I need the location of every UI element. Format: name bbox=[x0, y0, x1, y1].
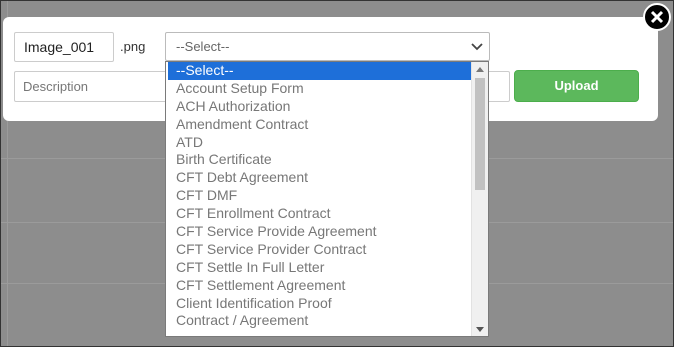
file-extension-label: .png bbox=[120, 39, 146, 54]
dropdown-option[interactable]: Account Setup Form bbox=[166, 80, 472, 98]
dropdown-option[interactable]: CFT DMF bbox=[166, 187, 472, 205]
document-type-dropdown-list[interactable]: --Select-- Account Setup Form ACH Authoriz… bbox=[165, 61, 489, 337]
dropdown-scrollbar[interactable] bbox=[471, 62, 488, 336]
close-x-icon bbox=[650, 10, 664, 24]
dropdown-option[interactable]: CFT Settle In Full Letter bbox=[166, 259, 472, 277]
dropdown-option[interactable]: ACH Authorization bbox=[166, 98, 472, 116]
document-type-selected-value: --Select-- bbox=[176, 39, 230, 54]
dropdown-option[interactable]: CFT Debt Agreement bbox=[166, 169, 472, 187]
dropdown-option[interactable]: CFT Service Provider Contract bbox=[166, 241, 472, 259]
dropdown-option[interactable]: Contract / Agreement bbox=[166, 312, 472, 330]
filename-input[interactable]: Image_001 bbox=[14, 32, 114, 62]
dropdown-option[interactable]: --Select-- bbox=[168, 62, 471, 80]
scrollbar-thumb[interactable] bbox=[475, 78, 485, 190]
dropdown-options: --Select-- Account Setup Form ACH Authoriz… bbox=[166, 62, 472, 330]
description-placeholder: Description bbox=[23, 79, 89, 94]
scroll-down-arrow-icon[interactable] bbox=[472, 322, 488, 336]
dropdown-option[interactable]: CFT Settlement Agreement bbox=[166, 277, 472, 295]
dropdown-option[interactable]: CFT Enrollment Contract bbox=[166, 205, 472, 223]
dropdown-option[interactable]: Client Identification Proof bbox=[166, 295, 472, 313]
dropdown-option[interactable]: Amendment Contract bbox=[166, 116, 472, 134]
close-icon[interactable] bbox=[643, 3, 671, 31]
upload-button[interactable]: Upload bbox=[514, 70, 639, 102]
document-type-select[interactable]: --Select-- bbox=[165, 32, 490, 61]
scroll-up-arrow-icon[interactable] bbox=[472, 62, 488, 76]
dropdown-option[interactable]: CFT Service Provide Agreement bbox=[166, 223, 472, 241]
dropdown-option[interactable]: ATD bbox=[166, 134, 472, 152]
dropdown-option[interactable]: Birth Certificate bbox=[166, 151, 472, 169]
chevron-down-icon bbox=[471, 43, 483, 51]
